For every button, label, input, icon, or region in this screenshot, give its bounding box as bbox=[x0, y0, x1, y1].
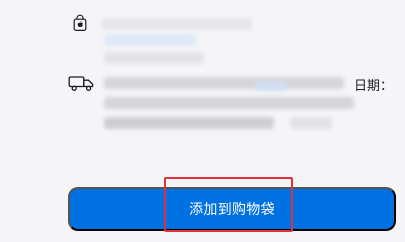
pickup-blurred-line-1 bbox=[102, 18, 252, 30]
delivery-date-fragment: 日期： bbox=[354, 79, 394, 94]
delivery-blurred-line-1 bbox=[104, 77, 344, 89]
add-to-bag-button-label: 添加到购物袋 bbox=[189, 201, 275, 217]
add-to-bag-button[interactable]: 添加到购物袋 bbox=[68, 187, 396, 231]
delivery-blurred-line-1-accent bbox=[255, 81, 287, 91]
delivery-blurred-line-2 bbox=[104, 97, 354, 109]
pickup-blurred-line-2 bbox=[104, 34, 196, 46]
apple-store-bag-icon bbox=[72, 14, 88, 36]
delivery-blurred-line-3b bbox=[290, 117, 332, 129]
pickup-blurred-line-3 bbox=[104, 52, 204, 64]
delivery-blurred-line-3 bbox=[104, 117, 274, 129]
delivery-truck-icon bbox=[68, 74, 94, 96]
